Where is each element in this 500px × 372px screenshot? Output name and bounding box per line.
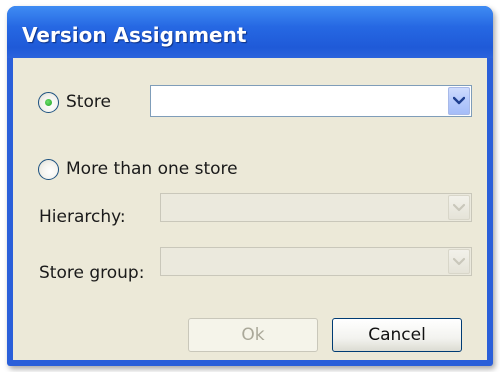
title-bar[interactable]: Version Assignment — [7, 6, 493, 58]
chevron-down-icon — [453, 203, 465, 211]
hierarchy-dropdown-button[interactable] — [448, 195, 470, 220]
cancel-button[interactable]: Cancel — [332, 318, 462, 352]
store-radio[interactable] — [38, 92, 59, 113]
more-than-one-store-radio[interactable] — [38, 159, 59, 180]
ok-button[interactable]: Ok — [188, 318, 318, 352]
hierarchy-label: Hierarchy: — [39, 207, 126, 227]
store-group-combobox[interactable] — [160, 247, 472, 276]
chevron-down-icon — [453, 96, 465, 105]
store-radio-label[interactable]: Store — [66, 92, 111, 112]
store-combobox[interactable] — [150, 85, 472, 117]
store-group-dropdown-button[interactable] — [448, 249, 470, 274]
dialog-body: Store More than one store Hierarchy: Sto… — [13, 58, 487, 360]
store-dropdown-button[interactable] — [448, 87, 470, 115]
dialog-title: Version Assignment — [22, 23, 247, 47]
store-group-label: Store group: — [39, 263, 145, 283]
hierarchy-combobox[interactable] — [160, 193, 472, 222]
more-than-one-store-label[interactable]: More than one store — [66, 159, 238, 179]
chevron-down-icon — [453, 257, 465, 265]
version-assignment-dialog: Version Assignment Store More than one s… — [7, 6, 493, 366]
